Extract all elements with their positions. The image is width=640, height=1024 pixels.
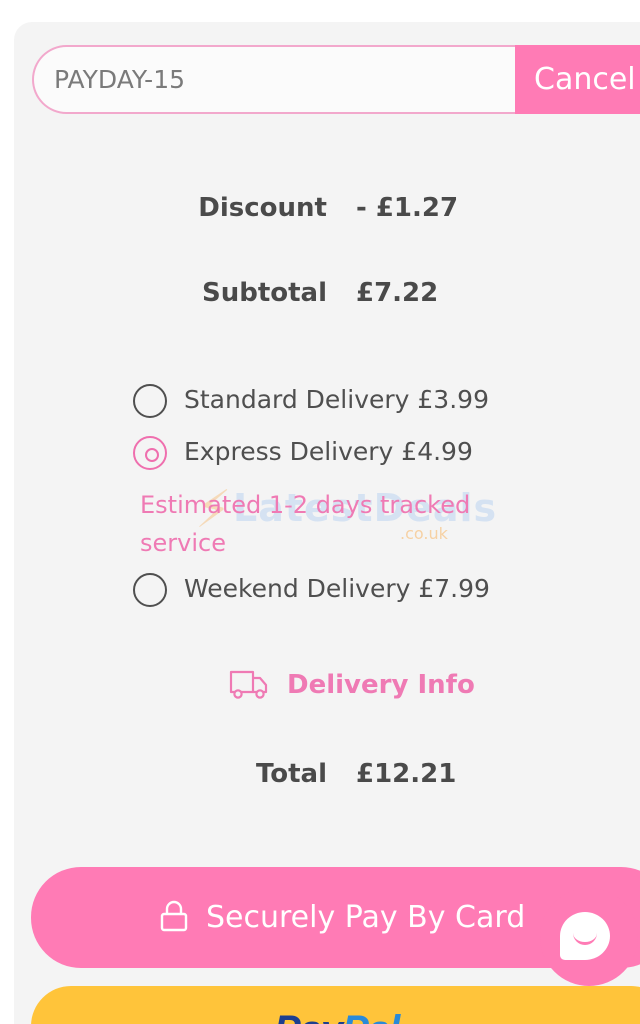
delivery-option-label: Express Delivery £4.99 [184, 437, 473, 466]
delivery-option-label: Weekend Delivery £7.99 [184, 574, 490, 603]
chat-icon [560, 912, 610, 960]
radio-standard[interactable] [133, 384, 167, 418]
delivery-info-link[interactable]: Delivery Info [229, 666, 489, 706]
delivery-option-weekend[interactable]: Weekend Delivery £7.99 [133, 571, 553, 607]
radio-express-selected[interactable] [133, 436, 167, 470]
live-chat-button[interactable] [540, 888, 638, 986]
total-label: Total [255, 759, 327, 789]
total-value: £12.21 [356, 759, 457, 789]
coupon-row: Cancel [32, 45, 640, 114]
subtotal-label: Subtotal [201, 278, 327, 308]
delivery-option-express[interactable]: Express Delivery £4.99 [133, 434, 553, 470]
delivery-option-label: Standard Delivery £3.99 [184, 385, 489, 414]
subtotal-value: £7.22 [356, 278, 439, 308]
discount-label: Discount [198, 193, 327, 223]
discount-value: - £1.27 [356, 193, 459, 223]
cancel-coupon-button[interactable]: Cancel [515, 45, 640, 114]
radio-weekend[interactable] [133, 573, 167, 607]
paypal-brand-b: Pal [342, 1008, 400, 1024]
delivery-option-standard[interactable]: Standard Delivery £3.99 [133, 382, 553, 418]
discount-row: Discount - £1.27 [0, 193, 640, 227]
paypal-brand-a: Pay [274, 1008, 343, 1024]
lock-icon [160, 900, 188, 932]
total-row: Total £12.21 [0, 759, 640, 793]
truck-icon [229, 670, 268, 699]
delivery-info-label: Delivery Info [287, 670, 475, 700]
coupon-code-input[interactable] [32, 45, 532, 114]
paypal-button[interactable]: PayPal [31, 986, 640, 1024]
subtotal-row: Subtotal £7.22 [0, 278, 640, 312]
pay-by-card-label: Securely Pay By Card [206, 900, 526, 935]
paypal-logo: PayPal [274, 1008, 400, 1024]
chat-smile [573, 933, 597, 945]
express-delivery-note: Estimated 1-2 days tracked service [140, 491, 471, 557]
